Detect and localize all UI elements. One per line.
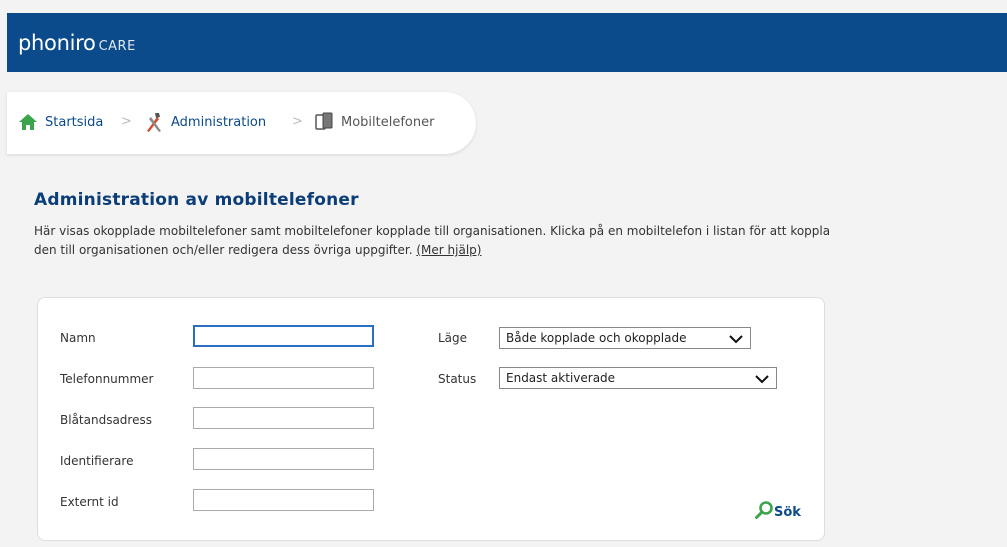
mode-label: Läge	[438, 331, 468, 345]
brand-name: phoniro	[18, 31, 96, 55]
name-label: Namn	[60, 331, 96, 345]
mode-select[interactable]: Både kopplade och okopplade	[499, 327, 751, 349]
breadcrumb-administration[interactable]: Administration	[143, 111, 266, 133]
help-link[interactable]: (Mer hjälp)	[416, 243, 481, 257]
search-label: Sök	[774, 504, 801, 520]
tools-icon	[143, 111, 165, 133]
external-id-field[interactable]	[193, 489, 374, 511]
breadcrumb-label: Mobiltelefoner	[341, 114, 435, 130]
mode-selected-value: Både kopplade och okopplade	[506, 331, 687, 345]
breadcrumb-separator: >	[292, 114, 303, 129]
breadcrumb-separator: >	[121, 114, 132, 129]
phones-icon	[313, 111, 335, 133]
breadcrumb-mobiltelefoner: Mobiltelefoner	[313, 111, 434, 133]
bluetooth-label: Blåtandsadress	[60, 413, 152, 427]
search-button[interactable]: Sök	[754, 500, 801, 524]
status-select[interactable]: Endast aktiverade	[499, 367, 777, 389]
status-label: Status	[438, 372, 477, 386]
page-title: Administration av mobiltelefoner	[34, 190, 359, 210]
search-icon	[754, 500, 774, 524]
chevron-down-icon	[728, 333, 744, 344]
phone-label: Telefonnummer	[60, 372, 154, 386]
search-panel: Namn Telefonnummer Blåtandsadress Identi…	[37, 297, 825, 541]
identifier-field[interactable]	[193, 448, 374, 470]
brand-subtitle: CARE	[98, 39, 136, 54]
chevron-down-icon	[754, 373, 770, 384]
status-selected-value: Endast aktiverade	[506, 371, 616, 385]
phone-field[interactable]	[193, 367, 374, 389]
top-bar: phoniro CARE	[7, 13, 1007, 72]
identifier-label: Identifierare	[60, 454, 134, 468]
name-field[interactable]	[193, 325, 374, 347]
breadcrumb-label: Startsida	[45, 114, 104, 130]
bluetooth-field[interactable]	[193, 407, 374, 429]
breadcrumb-startsida[interactable]: Startsida	[17, 111, 103, 133]
breadcrumb-label: Administration	[171, 114, 267, 130]
external-id-label: Externt id	[60, 495, 119, 509]
breadcrumb: Startsida > Administration > Mobiltelefo…	[7, 92, 476, 154]
home-icon	[17, 111, 39, 133]
brand-logo[interactable]: phoniro CARE	[18, 31, 136, 55]
page-intro: Här visas okopplade mobiltelefoner samt …	[34, 222, 834, 260]
